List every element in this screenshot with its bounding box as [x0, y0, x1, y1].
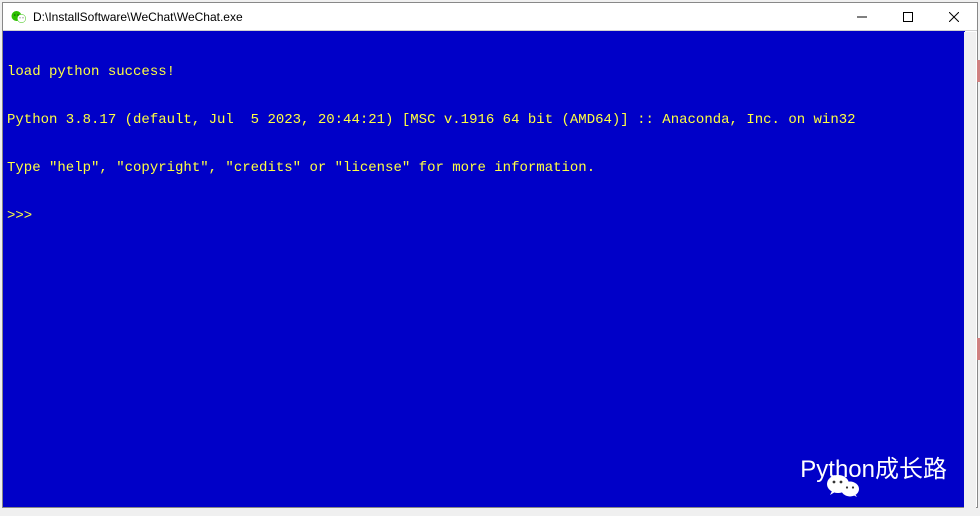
maximize-button[interactable]: [885, 3, 931, 30]
close-button[interactable]: [931, 3, 977, 30]
terminal-prompt: >>>: [7, 208, 961, 224]
window-title: D:\InstallSoftware\WeChat\WeChat.exe: [33, 10, 839, 24]
terminal-area[interactable]: load python success! Python 3.8.17 (defa…: [3, 31, 965, 507]
terminal-line: Type "help", "copyright", "credits" or "…: [7, 160, 961, 176]
app-window: D:\InstallSoftware\WeChat\WeChat.exe lo: [2, 2, 978, 508]
minimize-icon: [857, 12, 867, 22]
watermark-text: Python成长路: [800, 462, 947, 478]
wechat-official-icon: [758, 455, 792, 485]
terminal-line: Python 3.8.17 (default, Jul 5 2023, 20:4…: [7, 112, 961, 128]
wechat-icon: [11, 9, 27, 25]
minimize-button[interactable]: [839, 3, 885, 30]
vertical-scrollbar[interactable]: [964, 32, 976, 508]
terminal-line: load python success!: [7, 64, 961, 80]
window-controls: [839, 3, 977, 30]
close-icon: [949, 12, 959, 22]
maximize-icon: [903, 12, 913, 22]
watermark: Python成长路: [758, 455, 947, 485]
titlebar[interactable]: D:\InstallSoftware\WeChat\WeChat.exe: [3, 3, 977, 31]
